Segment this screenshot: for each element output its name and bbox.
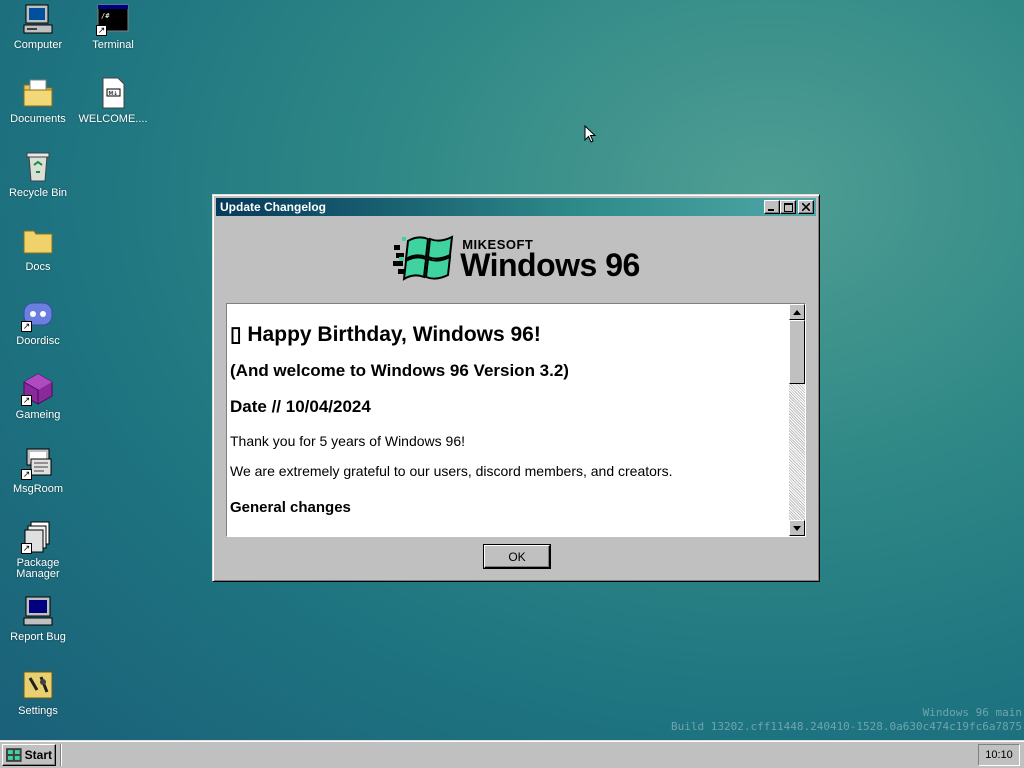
changelog-content-area[interactable]: ▯ Happy Birthday, Windows 96! (And welco… [226, 303, 806, 537]
start-logo-icon [6, 747, 22, 762]
window-controls [764, 200, 814, 214]
build-watermark: Windows 96 main Build 13202.cff11448.240… [671, 706, 1022, 734]
close-icon [802, 203, 810, 211]
gameing-icon: ↗ [21, 372, 55, 406]
taskbar: Start 10:10 [0, 740, 1024, 768]
terminal-icon: /# ↗ [96, 2, 130, 36]
scroll-down-button[interactable] [789, 520, 805, 536]
desktop-icon-label: MsgRoom [12, 483, 64, 495]
start-button[interactable]: Start [2, 743, 56, 766]
desktop-icon-welcome[interactable]: M↓ WELCOME.... [77, 76, 149, 125]
clock-time: 10:10 [985, 749, 1013, 761]
desktop-icon-recycle-bin[interactable]: Recycle Bin [2, 150, 74, 199]
minimize-icon [768, 209, 774, 211]
desktop-icon-documents[interactable]: Documents [2, 76, 74, 125]
windows-96-logo: MIKESOFT Windows 96 [392, 231, 640, 285]
shortcut-arrow-icon: ↗ [21, 395, 32, 406]
desktop-icon-label: Documents [10, 113, 66, 125]
changelog-heading: ▯ Happy Birthday, Windows 96! [230, 323, 541, 346]
desktop-icon-label: Recycle Bin [8, 187, 68, 199]
markdown-file-icon: M↓ [96, 76, 130, 110]
desktop-icon-label: Gameing [15, 409, 61, 421]
changelog-date: Date // 10/04/2024 [230, 397, 371, 416]
shortcut-arrow-icon: ↗ [21, 321, 32, 332]
changelog-subheading: (And welcome to Windows 96 Version 3.2) [230, 361, 569, 380]
desktop-icon-msgroom[interactable]: ↗ MsgRoom [2, 446, 74, 495]
scroll-up-button[interactable] [789, 304, 805, 320]
desktop-icon-label: Docs [25, 261, 51, 273]
scrollbar-thumb[interactable] [789, 320, 805, 384]
desktop-icon-computer[interactable]: Computer [2, 2, 74, 51]
start-label: Start [24, 747, 52, 762]
desktop-icon-settings[interactable]: Settings [2, 668, 74, 717]
changelog-paragraph: Thank you for 5 years of Windows 96! [230, 433, 465, 449]
desktop-icon-label: Settings [18, 705, 58, 717]
changelog-section-heading: General changes [230, 499, 351, 516]
ok-button[interactable]: OK [484, 545, 550, 568]
svg-text:/#: /# [101, 12, 110, 20]
system-tray-clock[interactable]: 10:10 [978, 744, 1020, 766]
desktop-icon-label: Computer [13, 39, 63, 51]
desktop-icon-label: WELCOME.... [78, 113, 148, 125]
logo-text: MIKESOFT Windows 96 [460, 238, 640, 283]
desktop-icon-label: Package Manager [16, 557, 60, 580]
package-manager-icon: ↗ [21, 520, 55, 554]
desktop-icon-doordisc[interactable]: ↗ Doordisc [2, 298, 74, 347]
update-changelog-window: Update Changelog MIKESOFT Windows 96 ▯ H… [212, 194, 820, 582]
computer-icon [21, 2, 55, 36]
maximize-button[interactable] [780, 200, 796, 214]
report-bug-icon [21, 594, 55, 628]
folder-icon [21, 224, 55, 258]
logo-product: Windows 96 [460, 246, 640, 283]
watermark-line-2: Build 13202.cff11448.240410-1528.0a630c4… [671, 720, 1022, 733]
desktop-icon-gameing[interactable]: ↗ Gameing [2, 372, 74, 421]
desktop-icon-terminal[interactable]: /# ↗ Terminal [77, 2, 149, 51]
shortcut-arrow-icon: ↗ [21, 543, 32, 554]
svg-text:M↓: M↓ [109, 90, 118, 97]
mikesoft-logo-area: MIKESOFT Windows 96 [216, 216, 816, 300]
vertical-scrollbar[interactable] [789, 304, 805, 536]
arrow-down-icon [793, 525, 801, 531]
arrow-up-icon [793, 309, 801, 315]
minimize-button[interactable] [764, 200, 780, 214]
changelog-text: ▯ Happy Birthday, Windows 96! (And welco… [227, 304, 789, 536]
close-button[interactable] [798, 200, 814, 214]
shortcut-arrow-icon: ↗ [96, 25, 107, 36]
mouse-cursor-icon [584, 125, 597, 143]
window-titlebar[interactable]: Update Changelog [216, 198, 816, 216]
recycle-bin-icon [21, 150, 55, 184]
watermark-line-1: Windows 96 main [922, 706, 1022, 719]
desktop-icon-report-bug[interactable]: Report Bug [2, 594, 74, 643]
changelog-paragraph: We are extremely grateful to our users, … [230, 463, 673, 479]
desktop-icon-label: Doordisc [16, 335, 60, 347]
shortcut-arrow-icon: ↗ [21, 469, 32, 480]
windows-flag-icon [393, 235, 454, 281]
desktop-icon-label: Terminal [92, 39, 134, 51]
documents-folder-icon [21, 76, 55, 110]
scrollbar-track[interactable] [789, 320, 805, 520]
maximize-icon [783, 202, 793, 212]
desktop-icon-label: Report Bug [10, 631, 66, 643]
settings-icon [21, 668, 55, 702]
desktop-icon-package-manager[interactable]: ↗ Package Manager [2, 520, 74, 580]
taskbar-separator [60, 743, 62, 766]
desktop-icon-docs[interactable]: Docs [2, 224, 74, 273]
msgroom-icon: ↗ [21, 446, 55, 480]
doordisc-icon: ↗ [21, 298, 55, 332]
window-title: Update Changelog [220, 200, 327, 214]
